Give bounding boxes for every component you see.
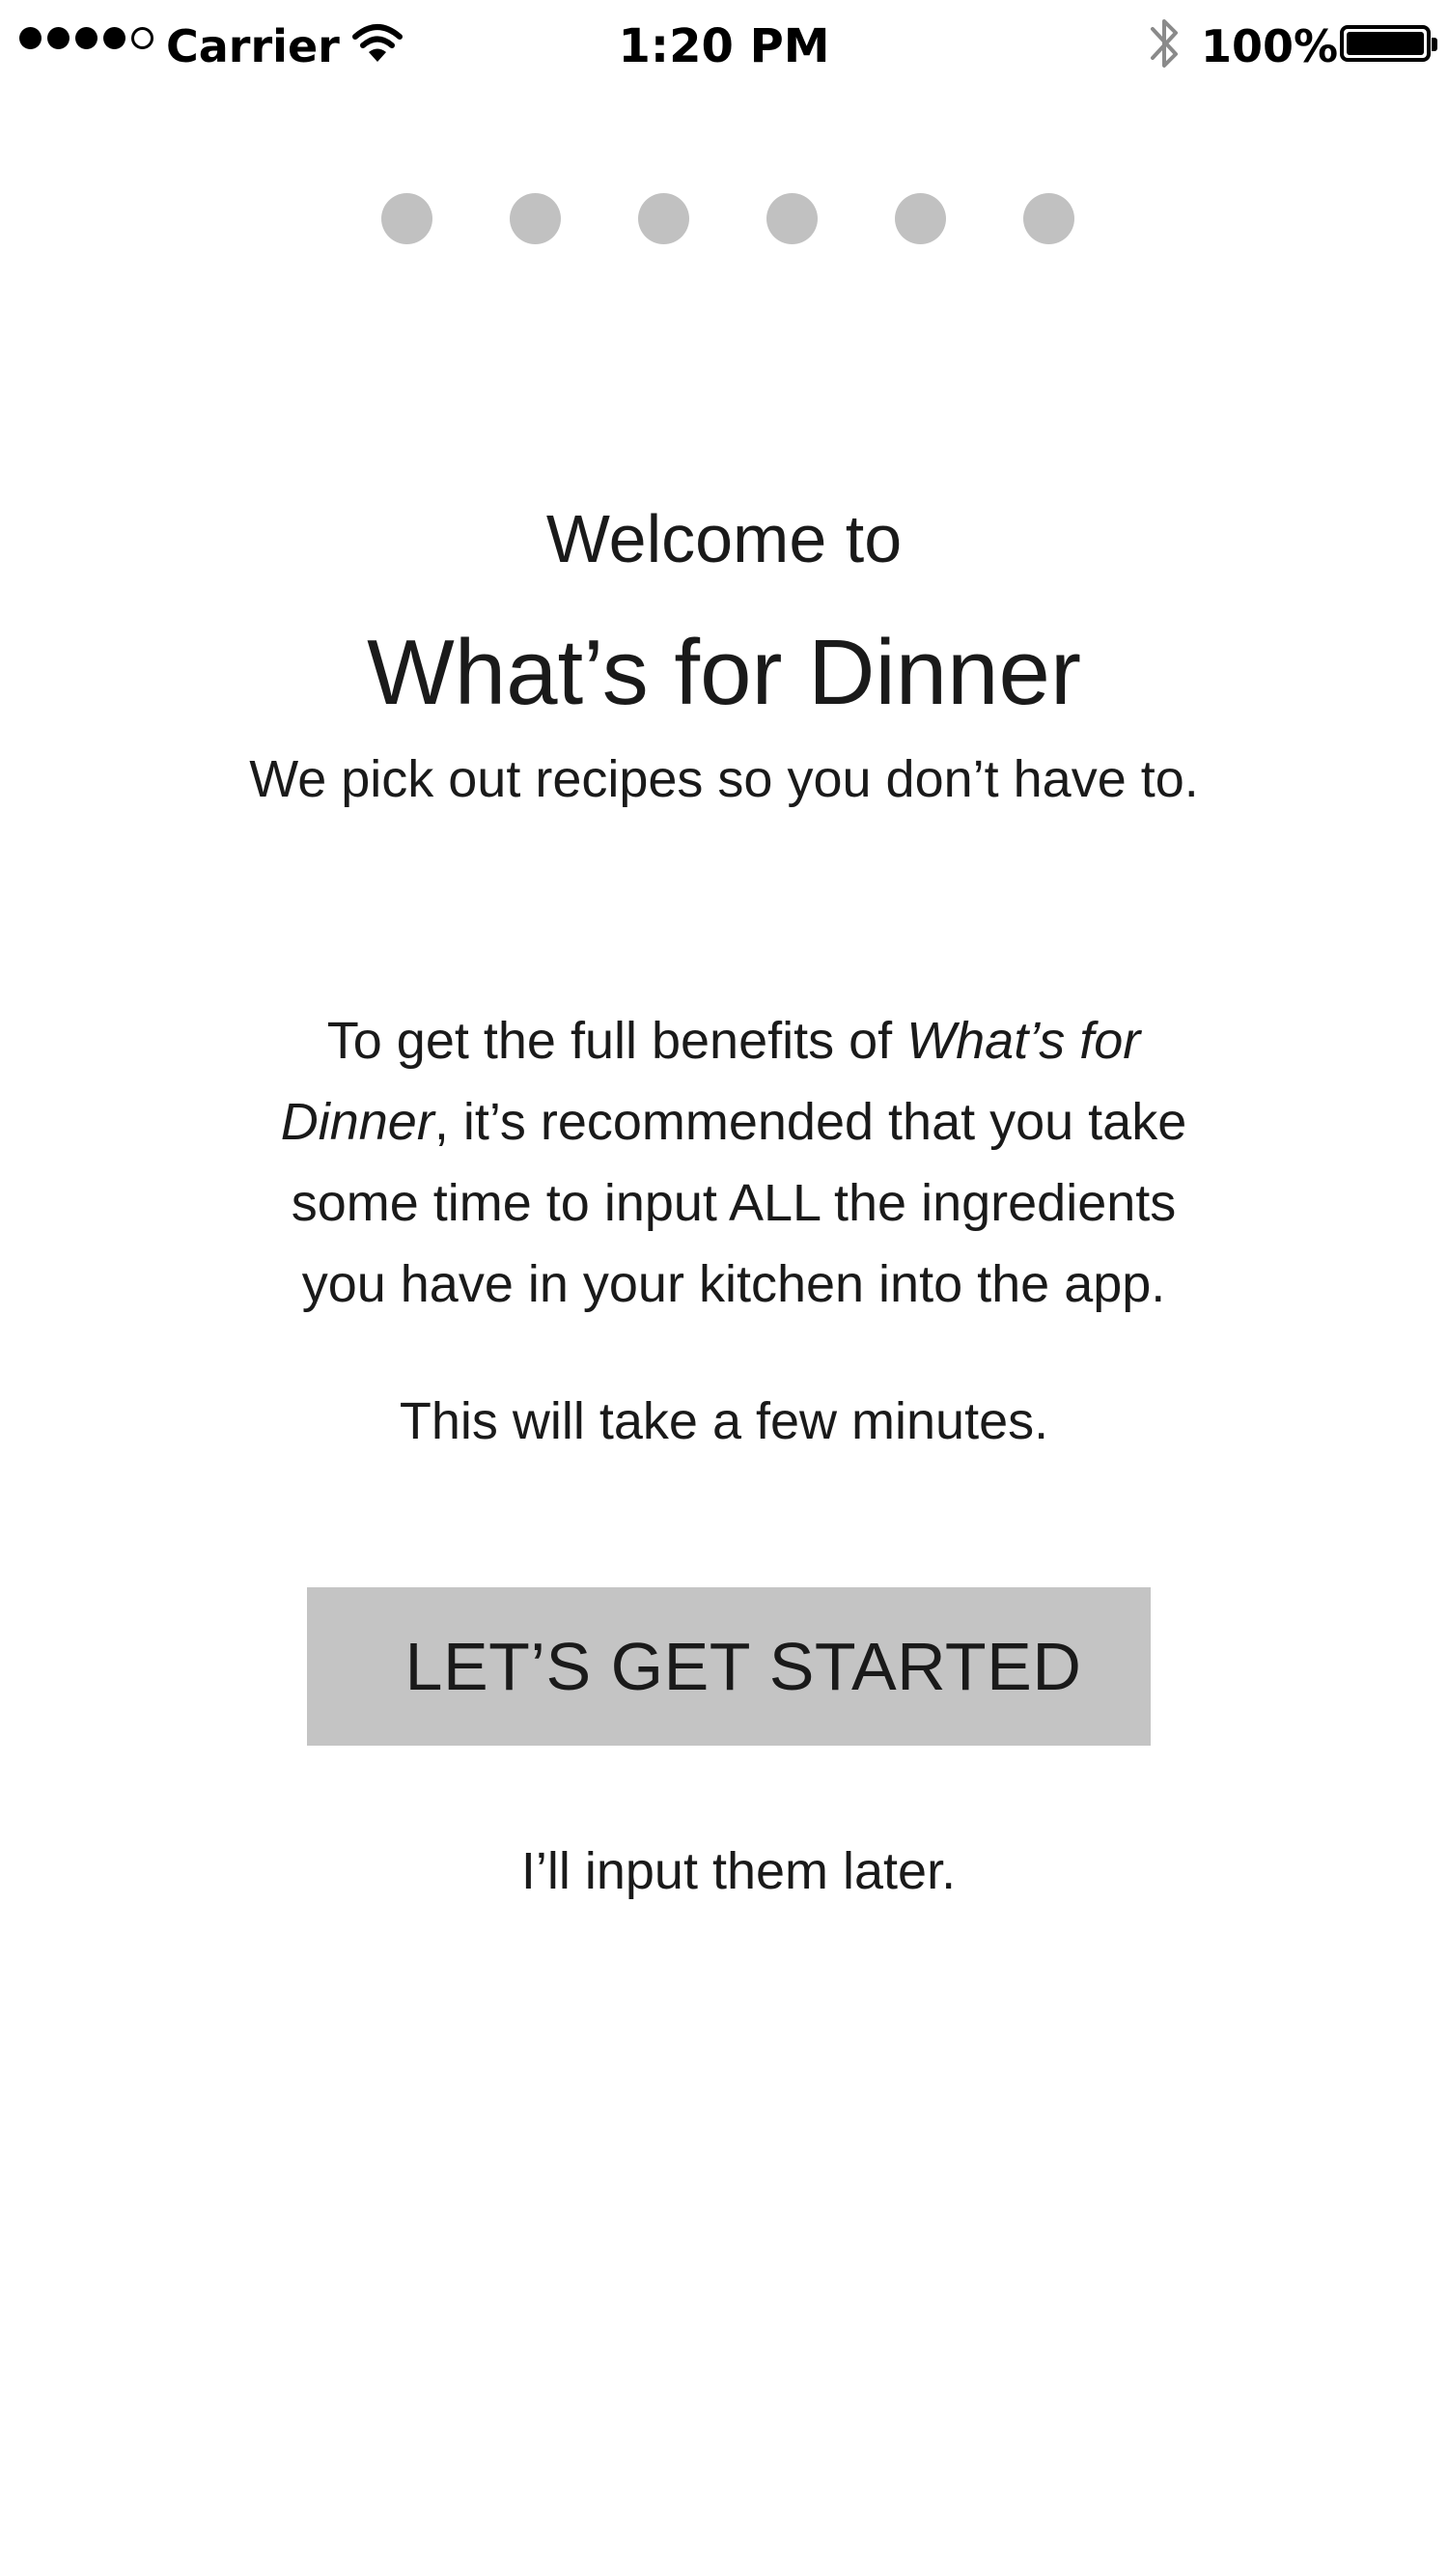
page-dot-1[interactable]	[381, 193, 432, 244]
page-dot-2[interactable]	[510, 193, 561, 244]
time-estimate-note: This will take a few minutes.	[399, 1392, 1049, 1450]
benefits-paragraph: To get the full benefits of What’s for D…	[261, 1000, 1207, 1325]
battery-icon	[1340, 25, 1437, 62]
get-started-button[interactable]: LET’S GET STARTED	[307, 1587, 1151, 1746]
input-later-link[interactable]: I’ll input them later.	[0, 1840, 1448, 1902]
page-indicator	[0, 193, 1448, 244]
page-dot-4[interactable]	[766, 193, 818, 244]
page-dot-6[interactable]	[1023, 193, 1074, 244]
page-dot-5[interactable]	[895, 193, 946, 244]
app-title: What’s for Dinner	[367, 621, 1081, 724]
benefits-prefix: To get the full benefits of	[326, 1012, 907, 1070]
tagline: We pick out recipes so you don’t have to…	[249, 750, 1199, 808]
page-dot-3[interactable]	[638, 193, 689, 244]
bluetooth-icon	[1151, 19, 1178, 68]
status-bar: Carrier 1:20 PM 100%	[0, 0, 1448, 93]
battery-percentage: 100%	[1201, 20, 1339, 72]
welcome-intro: Welcome to	[545, 501, 903, 576]
